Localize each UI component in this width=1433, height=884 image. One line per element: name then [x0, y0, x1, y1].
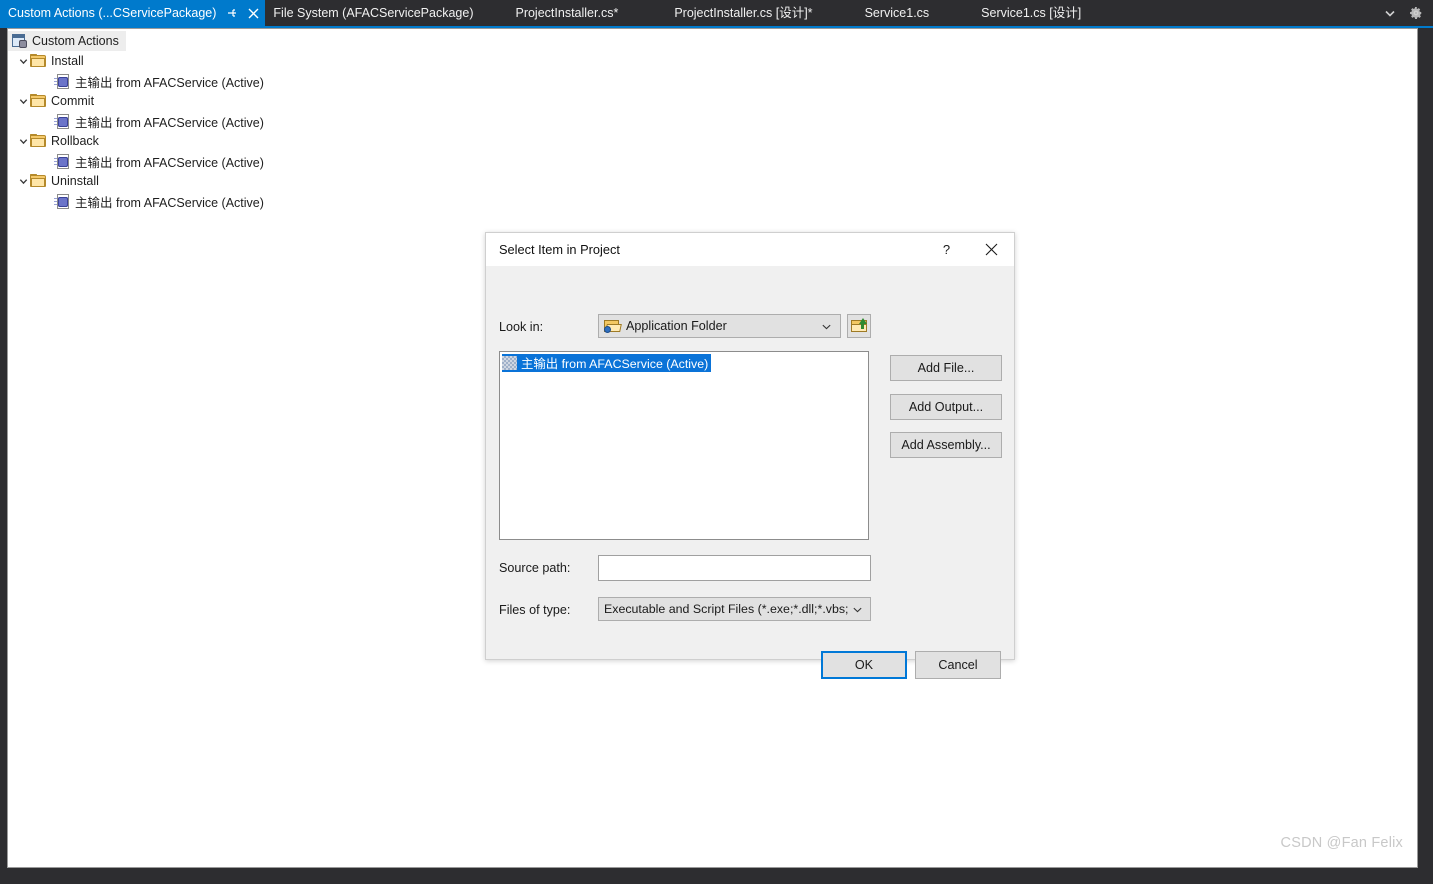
custom-actions-tree: Custom Actions Install 主输出 from AFACServ… [8, 29, 1417, 211]
primary-output-icon [54, 113, 70, 129]
tab-service1-cs[interactable]: Service1.cs [839, 0, 956, 26]
close-button[interactable] [969, 233, 1014, 266]
add-assembly-button[interactable]: Add Assembly... [890, 432, 1002, 458]
primary-output-icon [502, 356, 517, 370]
tree-folder-label: Uninstall [51, 174, 99, 188]
tree-folder-uninstall[interactable]: Uninstall [8, 171, 1417, 191]
tab-label: Service1.cs [864, 6, 930, 20]
folder-icon [30, 134, 46, 148]
chevron-down-icon[interactable] [821, 321, 832, 332]
visual-studio-window: Custom Actions (...CServicePackage) File… [0, 0, 1433, 884]
tree-item-rollback-output[interactable]: 主输出 from AFACService (Active) [8, 151, 1417, 171]
select-item-in-project-dialog: Select Item in Project ? Look in: Applic… [485, 232, 1015, 679]
tree-item-label: 主输出 from AFACService (Active) [75, 115, 264, 130]
close-icon[interactable] [245, 5, 261, 21]
list-item-label: 主输出 from AFACService (Active) [521, 357, 709, 371]
tree-folder-install[interactable]: Install [8, 51, 1417, 71]
up-folder-icon [851, 318, 867, 333]
folder-icon [30, 54, 46, 68]
tree-folder-label: Rollback [51, 134, 99, 148]
question-mark-icon: ? [942, 242, 951, 257]
primary-output-icon [54, 73, 70, 89]
custom-actions-root-icon [12, 33, 28, 49]
files-of-type-combobox[interactable]: Executable and Script Files (*.exe;*.dll… [598, 597, 871, 621]
dialog-title-bar[interactable]: Select Item in Project ? [486, 233, 1014, 266]
tab-strip-spacer [1107, 0, 1382, 26]
chevron-down-icon[interactable] [16, 134, 30, 148]
folder-icon [30, 174, 46, 188]
source-path-input[interactable] [598, 555, 871, 581]
tab-file-system[interactable]: File System (AFACServicePackage) [265, 0, 485, 26]
tab-strip-tools [1382, 0, 1433, 26]
tab-custom-actions[interactable]: Custom Actions (...CServicePackage) [0, 0, 266, 26]
tree-item-label: 主输出 from AFACService (Active) [75, 75, 264, 90]
open-folder-icon [604, 319, 622, 333]
tree-root-custom-actions[interactable]: Custom Actions [8, 31, 126, 51]
look-in-label: Look in: [499, 320, 544, 334]
watermark: CSDN @Fan Felix [1280, 835, 1403, 851]
add-file-button[interactable]: Add File... [890, 355, 1002, 381]
up-one-level-button[interactable] [847, 314, 871, 338]
files-of-type-label: Files of type: [499, 603, 571, 617]
chevron-down-icon[interactable] [852, 604, 863, 615]
ok-button[interactable]: OK [821, 651, 907, 679]
tab-label: File System (AFACServicePackage) [273, 6, 474, 20]
chevron-down-icon[interactable] [1382, 5, 1398, 21]
tab-label: ProjectInstaller.cs [设计]* [674, 6, 813, 20]
chevron-down-icon[interactable] [16, 174, 30, 188]
tab-projectinstaller-cs-design[interactable]: ProjectInstaller.cs [设计]* [648, 0, 838, 26]
editor-tab-strip: Custom Actions (...CServicePackage) File… [0, 0, 1433, 26]
gear-icon[interactable] [1408, 5, 1424, 21]
tree-folder-label: Install [51, 54, 84, 68]
cancel-button[interactable]: Cancel [915, 651, 1001, 679]
tab-service1-cs-design[interactable]: Service1.cs [设计] [955, 0, 1107, 26]
pin-icon[interactable] [224, 5, 240, 21]
tree-root-label: Custom Actions [32, 34, 119, 48]
tab-buttons [224, 5, 261, 21]
tree-item-label: 主输出 from AFACService (Active) [75, 155, 264, 170]
tab-label: ProjectInstaller.cs* [515, 6, 619, 20]
tree-item-install-output[interactable]: 主输出 from AFACService (Active) [8, 71, 1417, 91]
chevron-down-icon[interactable] [16, 54, 30, 68]
tree-item-label: 主输出 from AFACService (Active) [75, 195, 264, 210]
chevron-down-icon[interactable] [16, 94, 30, 108]
tree-item-uninstall-output[interactable]: 主输出 from AFACService (Active) [8, 191, 1417, 211]
source-path-label: Source path: [499, 561, 571, 575]
primary-output-icon [54, 153, 70, 169]
tab-label: Custom Actions (...CServicePackage) [8, 6, 217, 20]
tab-projectinstaller-cs[interactable]: ProjectInstaller.cs* [485, 0, 648, 26]
add-output-button[interactable]: Add Output... [890, 394, 1002, 420]
dialog-body: Look in: Application Folder 主输出 from AFA… [486, 266, 1014, 679]
tree-folder-label: Commit [51, 94, 95, 108]
list-item[interactable]: 主输出 from AFACService (Active) [502, 354, 712, 372]
dialog-title-buttons: ? [924, 233, 1014, 266]
help-button[interactable]: ? [924, 233, 969, 266]
tree-item-commit-output[interactable]: 主输出 from AFACService (Active) [8, 111, 1417, 131]
tab-label: Service1.cs [设计] [981, 6, 1082, 20]
folder-icon [30, 94, 46, 108]
dialog-title: Select Item in Project [499, 242, 620, 257]
files-of-type-value: Executable and Script Files (*.exe;*.dll… [604, 602, 849, 616]
project-item-list[interactable]: 主输出 from AFACService (Active) [499, 351, 869, 540]
look-in-combobox[interactable]: Application Folder [598, 314, 841, 338]
primary-output-icon [54, 193, 70, 209]
close-icon [985, 243, 998, 256]
tree-folder-rollback[interactable]: Rollback [8, 131, 1417, 151]
tree-folder-commit[interactable]: Commit [8, 91, 1417, 111]
look-in-value: Application Folder [626, 319, 727, 333]
